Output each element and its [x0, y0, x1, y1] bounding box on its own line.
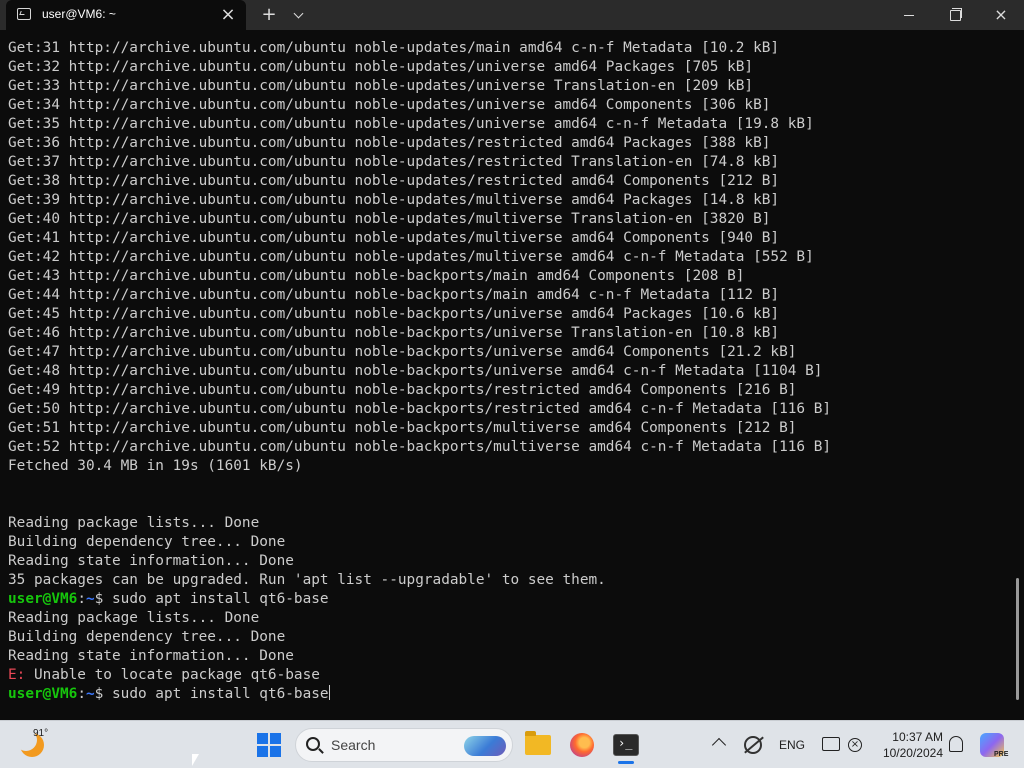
terminal-lines: Get:31 http://archive.ubuntu.com/ubuntu … — [8, 39, 1008, 704]
mouse-cursor-icon — [192, 754, 206, 766]
network-off-icon[interactable] — [744, 736, 762, 754]
after-command-lines: Reading package lists... Done Building de… — [8, 609, 1008, 666]
terminal-line: Get:43 http://archive.ubuntu.com/ubuntu … — [8, 268, 745, 284]
terminal-tab-icon — [17, 8, 31, 20]
terminal-line: Fetched 30.4 MB in 19s (1601 kB/s) — [8, 458, 303, 474]
terminal-line: Get:39 http://archive.ubuntu.com/ubuntu … — [8, 192, 780, 208]
close-window-button[interactable]: × — [978, 0, 1024, 30]
terminal-error-line: E: Unable to locate package qt6-base — [8, 666, 1008, 685]
terminal-line: Get:32 http://archive.ubuntu.com/ubuntu … — [8, 59, 754, 75]
error-message: Unable to locate package qt6-base — [25, 667, 320, 683]
terminal-output[interactable]: Get:31 http://archive.ubuntu.com/ubuntu … — [0, 30, 1024, 720]
language-indicator[interactable]: ENG — [779, 738, 805, 752]
text-cursor — [328, 685, 330, 700]
terminal-line: Reading package lists... Done — [8, 610, 260, 626]
terminal-static-lines: Get:31 http://archive.ubuntu.com/ubuntu … — [8, 39, 1008, 590]
terminal-line: Get:47 http://archive.ubuntu.com/ubuntu … — [8, 344, 797, 360]
prompt-user: user@VM6 — [8, 591, 78, 607]
terminal-line: Get:34 http://archive.ubuntu.com/ubuntu … — [8, 97, 771, 113]
terminal-line: Get:52 http://archive.ubuntu.com/ubuntu … — [8, 439, 832, 455]
file-explorer-icon[interactable] — [525, 731, 551, 755]
terminal-line: Get:51 http://archive.ubuntu.com/ubuntu … — [8, 420, 797, 436]
display-icon[interactable] — [822, 737, 840, 751]
terminal-line: Get:42 http://archive.ubuntu.com/ubuntu … — [8, 249, 814, 265]
terminal-line: Get:44 http://archive.ubuntu.com/ubuntu … — [8, 287, 780, 303]
terminal-line: Get:40 http://archive.ubuntu.com/ubuntu … — [8, 211, 771, 227]
terminal-prompt-line: user@VM6:~$ sudo apt install qt6-base — [8, 590, 1008, 609]
tab-title: user@VM6: ~ — [42, 7, 116, 21]
terminal-scrollbar[interactable] — [1016, 578, 1019, 700]
minimize-button[interactable] — [886, 0, 932, 30]
search-icon — [306, 737, 320, 751]
terminal-line: Get:46 http://archive.ubuntu.com/ubuntu … — [8, 325, 780, 341]
terminal-line: Get:49 http://archive.ubuntu.com/ubuntu … — [8, 382, 797, 398]
terminal-current-prompt-line[interactable]: user@VM6:~$ sudo apt install qt6-base — [8, 685, 1008, 704]
current-prompt-colon: : — [77, 686, 86, 702]
terminal-icon[interactable] — [613, 734, 639, 756]
terminal-line: Get:45 http://archive.ubuntu.com/ubuntu … — [8, 306, 780, 322]
terminal-line: Get:33 http://archive.ubuntu.com/ubuntu … — [8, 78, 754, 94]
firefox-icon[interactable] — [570, 733, 594, 757]
terminal-line: Get:38 http://archive.ubuntu.com/ubuntu … — [8, 173, 780, 189]
maximize-button[interactable] — [932, 0, 978, 30]
title-bar: user@VM6: ~ × + × — [0, 0, 1024, 30]
close-tab-button[interactable]: × — [218, 5, 238, 25]
command-text: sudo apt install qt6-base — [103, 591, 329, 607]
terminal-line: Building dependency tree... Done — [8, 629, 286, 645]
current-prompt-user: user@VM6 — [8, 686, 78, 702]
prompt-colon: : — [77, 591, 86, 607]
new-tab-button[interactable]: + — [258, 4, 280, 26]
terminal-line: Reading state information... Done — [8, 648, 294, 664]
terminal-tab[interactable]: user@VM6: ~ × — [6, 0, 246, 30]
clock-time: 10:37 AM — [892, 730, 943, 744]
terminal-line: Get:31 http://archive.ubuntu.com/ubuntu … — [8, 40, 780, 56]
terminal-line: 35 packages can be upgraded. Run 'apt li… — [8, 572, 606, 588]
copilot-preview-badge: PRE — [994, 751, 1009, 758]
windows-taskbar: 91° Search ENG × 10:37 AM 10/20/2024 PRE — [0, 720, 1024, 768]
search-placeholder: Search — [331, 737, 376, 753]
notification-bell-icon[interactable] — [949, 736, 963, 752]
terminal-line: Reading package lists... Done — [8, 515, 260, 531]
clock[interactable]: 10:37 AM 10/20/2024 — [873, 729, 943, 761]
prompt-path: ~ — [85, 591, 95, 607]
mute-icon[interactable]: × — [848, 738, 862, 752]
current-command-text: sudo apt install qt6-base — [103, 686, 329, 702]
weather-temperature: 91° — [33, 728, 49, 739]
error-prefix: E: — [8, 667, 26, 683]
terminal-line: Get:41 http://archive.ubuntu.com/ubuntu … — [8, 230, 780, 246]
windows-start-icon[interactable] — [257, 733, 281, 757]
chevron-up-icon[interactable] — [711, 737, 727, 753]
terminal-line: Get:37 http://archive.ubuntu.com/ubuntu … — [8, 154, 780, 170]
tab-dropdown-button[interactable] — [288, 4, 310, 26]
terminal-line: Get:35 http://archive.ubuntu.com/ubuntu … — [8, 116, 814, 132]
taskbar-search-box[interactable]: Search — [295, 728, 513, 762]
terminal-line: Get:48 http://archive.ubuntu.com/ubuntu … — [8, 363, 823, 379]
clock-date: 10/20/2024 — [882, 746, 943, 760]
terminal-line: Reading state information... Done — [8, 553, 294, 569]
active-app-indicator — [618, 761, 634, 764]
current-prompt-path: ~ — [85, 686, 95, 702]
search-highlight-image — [464, 736, 506, 756]
terminal-line: Get:50 http://archive.ubuntu.com/ubuntu … — [8, 401, 832, 417]
terminal-line: Building dependency tree... Done — [8, 534, 286, 550]
terminal-line: Get:36 http://archive.ubuntu.com/ubuntu … — [8, 135, 771, 151]
